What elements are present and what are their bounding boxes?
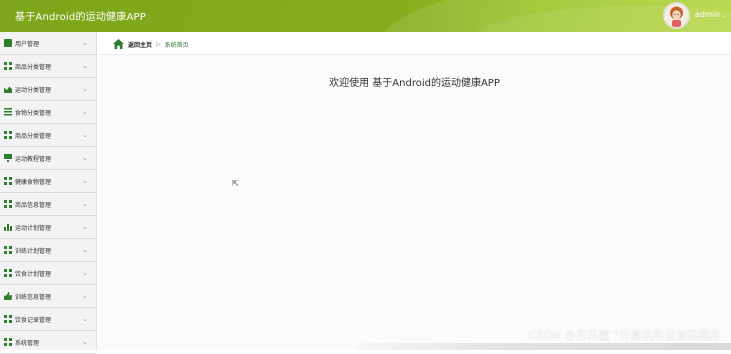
- chevron-down-icon: ⌄: [82, 62, 88, 70]
- sidebar-item-product-category[interactable]: 商品分类管理 ⌄: [0, 55, 96, 78]
- mouse-cursor-icon: ⇱: [232, 179, 239, 188]
- grid-icon: [4, 338, 12, 346]
- grid-icon: [4, 269, 12, 277]
- sidebar-item-sport-tutorial[interactable]: 运动教程管理 ⌄: [0, 147, 96, 170]
- sidebar-item-label: 商品分类管理: [15, 132, 52, 140]
- sidebar-item-label: 运动计划管理: [15, 224, 52, 232]
- chevron-down-icon: ⌄: [722, 12, 728, 19]
- chevron-down-icon: ⌄: [82, 292, 88, 300]
- username: admin: [695, 10, 721, 19]
- sidebar-item-training-plan[interactable]: 训练计划管理 ⌄: [0, 239, 96, 262]
- sidebar-item-label: 用户管理: [15, 40, 40, 48]
- sidebar-item-diet-record[interactable]: 饮食记录管理 ⌄: [0, 308, 96, 331]
- sidebar-item-label: 商品分类管理: [15, 63, 52, 71]
- chevron-down-icon: ⌄: [82, 177, 88, 185]
- watermark: CSDN @苏苏酱 °计算机毕设源码程序: [528, 329, 721, 342]
- sidebar-item-label: 饮食计划管理: [15, 270, 52, 278]
- chevron-down-icon: ⌄: [82, 108, 88, 116]
- sidebar-item-training-info[interactable]: 训练信息管理 ⌄: [0, 285, 96, 308]
- bar-chart-icon: [4, 223, 12, 231]
- sidebar-item-label: 训练信息管理: [15, 293, 52, 301]
- sidebar-item-sport-category[interactable]: 运动分类管理 ⌄: [0, 78, 96, 101]
- sidebar-item-system[interactable]: 系统管理 ⌄: [0, 331, 96, 354]
- chevron-down-icon: ⌄: [82, 338, 88, 346]
- sidebar-item-user-management[interactable]: 用户管理 ⌄: [0, 32, 96, 55]
- welcome-message: 欢迎使用 基于Android的运动健康APP: [329, 78, 500, 89]
- chevron-down-icon: ⌄: [82, 269, 88, 277]
- line-chart-icon: [4, 86, 12, 93]
- chevron-down-icon: ⌄: [82, 39, 88, 47]
- breadcrumb-current: 系统首页: [164, 41, 189, 49]
- app-title: 基于Android的运动健康APP: [15, 12, 146, 23]
- sidebar-item-label: 食物分类管理: [15, 109, 52, 117]
- breadcrumb: 返回主页 ▷ 系统首页: [98, 34, 731, 55]
- sidebar-item-label: 饮食记录管理: [15, 316, 52, 324]
- avatar[interactable]: [663, 2, 690, 29]
- avatar-image: [670, 6, 683, 27]
- thumbs-up-icon: [4, 292, 12, 300]
- list-icon: [4, 108, 12, 116]
- user-menu[interactable]: admin ⌄: [695, 10, 727, 19]
- sidebar-item-label: 系统管理: [15, 339, 40, 347]
- monitor-icon: [4, 154, 12, 162]
- home-icon[interactable]: [113, 39, 124, 49]
- grid-icon: [4, 62, 12, 70]
- clipboard-icon: [4, 39, 12, 47]
- grid-icon: [4, 315, 12, 323]
- sidebar-item-label: 健康食物管理: [15, 178, 52, 186]
- sidebar-item-healthy-food[interactable]: 健康食物管理 ⌄: [0, 170, 96, 193]
- main-content: 欢迎使用 基于Android的运动健康APP ⇱ CSDN @苏苏酱 °计算机毕…: [98, 55, 731, 350]
- sidebar-item-label: 运动分类管理: [15, 86, 52, 94]
- sidebar-item-product-category-2[interactable]: 商品分类管理 ⌄: [0, 124, 96, 147]
- chevron-down-icon: ⌄: [82, 154, 88, 162]
- sidebar-item-diet-plan[interactable]: 饮食计划管理 ⌄: [0, 262, 96, 285]
- chevron-down-icon: ⌄: [82, 246, 88, 254]
- sidebar-item-label: 商品信息管理: [15, 201, 52, 209]
- grid-icon: [4, 131, 12, 139]
- grid-icon: [4, 177, 12, 185]
- grid-icon: [4, 246, 12, 254]
- top-header: 基于Android的运动健康APP admin ⌄: [0, 0, 731, 32]
- chevron-down-icon: ⌄: [82, 131, 88, 139]
- grid-icon: [4, 200, 12, 208]
- sidebar: 用户管理 ⌄ 商品分类管理 ⌄ 运动分类管理 ⌄ 食物分类管理 ⌄ 商品分类管理…: [0, 32, 97, 354]
- chevron-down-icon: ⌄: [82, 200, 88, 208]
- sidebar-item-product-info[interactable]: 商品信息管理 ⌄: [0, 193, 96, 216]
- sidebar-item-sport-plan[interactable]: 运动计划管理 ⌄: [0, 216, 96, 239]
- sidebar-item-food-category[interactable]: 食物分类管理 ⌄: [0, 101, 96, 124]
- breadcrumb-home-link[interactable]: 返回主页: [128, 40, 152, 49]
- chevron-down-icon: ⌄: [82, 223, 88, 231]
- chevron-down-icon: ⌄: [82, 315, 88, 323]
- footer-strip: [356, 343, 731, 350]
- sidebar-item-label: 运动教程管理: [15, 155, 52, 163]
- chevron-down-icon: ⌄: [82, 85, 88, 93]
- sidebar-item-label: 训练计划管理: [15, 247, 52, 255]
- breadcrumb-separator-icon: ▷: [156, 40, 161, 48]
